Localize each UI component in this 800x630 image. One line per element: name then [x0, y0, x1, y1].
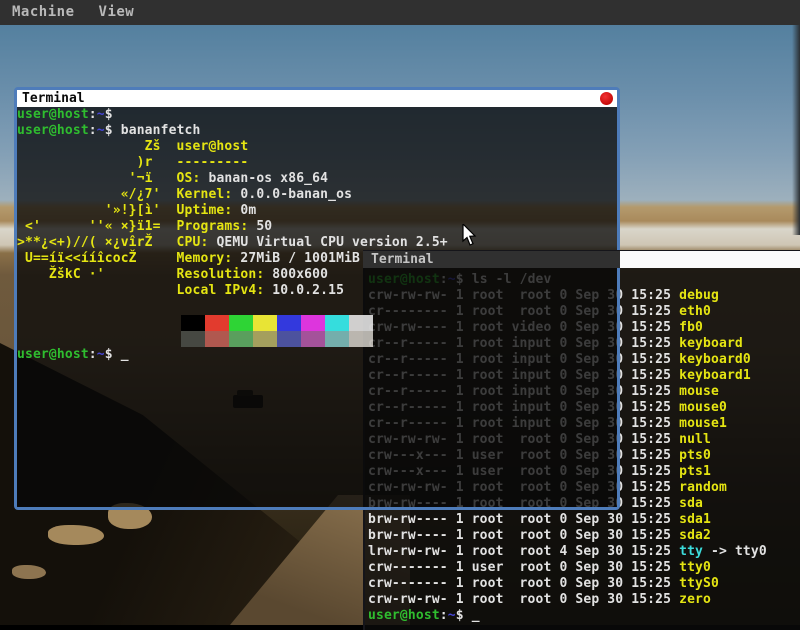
ls-row-zero: crw-rw-rw- 1 root root 0 Sep 30 15:25 ze…: [368, 592, 767, 608]
fetch-row: Zš user@host: [17, 139, 617, 155]
ls-row-ttyS0: crw------- 1 root root 0 Sep 30 15:25 tt…: [368, 576, 767, 592]
color-palette-normal: [17, 315, 617, 331]
fetch-row: <' ''« ×}ï1= Programs: 50: [17, 219, 617, 235]
desert-rocks: [12, 565, 46, 579]
menu-view[interactable]: View: [87, 0, 147, 25]
fetch-row: «/¿7' Kernel: 0.0.0-banan_os: [17, 187, 617, 203]
palette-swatch: [205, 331, 229, 347]
palette-swatch: [229, 315, 253, 331]
palette-swatch: [325, 315, 349, 331]
fetch-row: )r ---------: [17, 155, 617, 171]
terminal-output-bananfetch[interactable]: user@host:~$ user@host:~$ bananfetch Zš …: [17, 107, 617, 507]
fetch-row: >**¿<+)//( ×¿vîrŽ CPU: QEMU Virtual CPU …: [17, 235, 617, 251]
fetch-row: '¬ï OS: banan-os x86_64: [17, 171, 617, 187]
shell-prompt-line: user@host:~$ _: [17, 347, 617, 363]
fetch-row: ŽškC ·' Resolution: 800x600: [17, 267, 617, 283]
terminal-ls-titlebar[interactable]: Terminal: [363, 250, 800, 268]
palette-swatch: [301, 315, 325, 331]
palette-swatch: [277, 315, 301, 331]
close-icon[interactable]: [600, 92, 613, 105]
ls-row-sda1: brw-rw---- 1 root root 0 Sep 30 15:25 sd…: [368, 512, 767, 528]
palette-swatch: [301, 331, 325, 347]
fetch-row: '»!}[ì' Uptime: 0m: [17, 203, 617, 219]
palette-swatch: [325, 331, 349, 347]
palette-swatch: [181, 315, 205, 331]
wallpaper-edge: [792, 25, 800, 235]
ls-row-tty0: crw------- 1 user root 0 Sep 30 15:25 tt…: [368, 560, 767, 576]
vm-menubar: Machine View: [0, 0, 800, 25]
shell-prompt-line: user@host:~$: [17, 107, 617, 123]
desert-rocks: [48, 525, 104, 545]
ls-row-sda2: brw-rw---- 1 root root 0 Sep 30 15:25 sd…: [368, 528, 767, 544]
palette-swatch: [229, 331, 253, 347]
terminal-ls-titlebar-exposed: [620, 251, 800, 268]
mouse-cursor-icon: [462, 224, 478, 250]
palette-swatch: [253, 315, 277, 331]
terminal-bananfetch-title: Terminal: [17, 90, 617, 107]
color-palette-bright: [17, 331, 617, 347]
shell-prompt-line: user@host:~$ bananfetch: [17, 123, 617, 139]
blank-line: [17, 299, 617, 315]
shell-prompt-line: user@host:~$ _: [368, 608, 767, 624]
palette-swatch: [277, 331, 301, 347]
terminal-window-bananfetch[interactable]: Terminal user@host:~$ user@host:~$ banan…: [14, 87, 620, 510]
fetch-row: Local IPv4: 10.0.2.15: [17, 283, 617, 299]
palette-swatch: [181, 331, 205, 347]
palette-swatch: [253, 331, 277, 347]
palette-swatch: [205, 315, 229, 331]
terminal-bananfetch-titlebar[interactable]: Terminal: [17, 90, 617, 107]
ls-row-tty: lrw-rw-rw- 1 root root 4 Sep 30 15:25 tt…: [368, 544, 767, 560]
terminal-ls-title: Terminal: [363, 251, 620, 268]
palette-swatch: [349, 331, 373, 347]
palette-swatch: [349, 315, 373, 331]
menu-machine[interactable]: Machine: [0, 0, 87, 25]
